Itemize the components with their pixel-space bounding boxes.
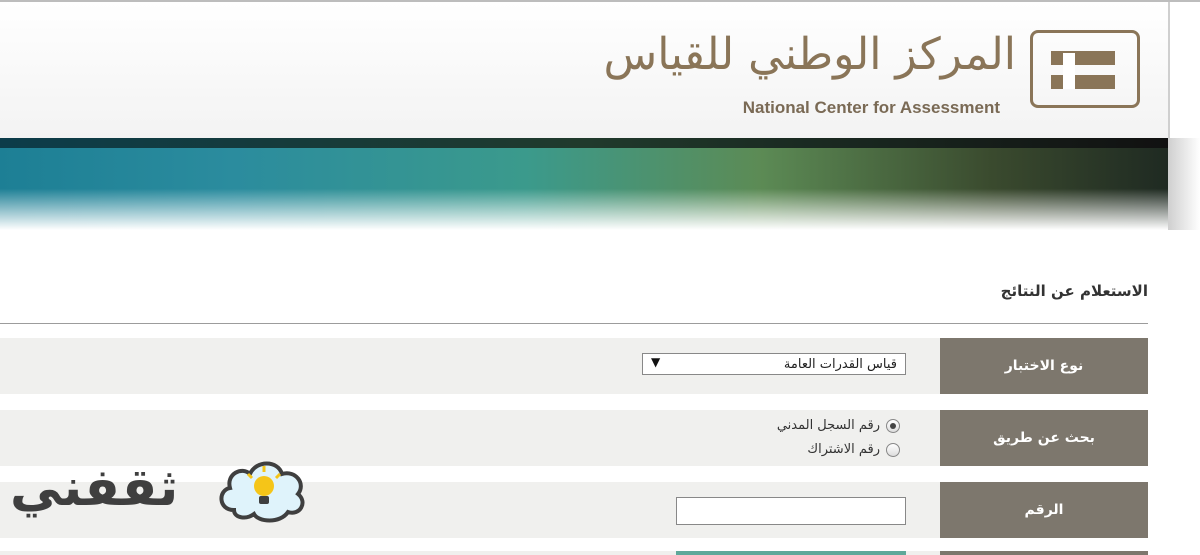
qiyas-emblem-icon: [1030, 30, 1140, 108]
logo-english-name: National Center for Assessment: [742, 98, 1000, 117]
page-title: الاستعلام عن النتائج: [1000, 282, 1148, 300]
search-by-label: بحث عن طريق: [940, 410, 1148, 466]
next-row-label: [940, 551, 1148, 555]
dropdown-arrow-icon: ▼: [651, 355, 661, 369]
radio-subscription-label: رقم الاشتراك: [807, 442, 880, 457]
next-row-partial: [0, 551, 1148, 555]
radio-civil-id[interactable]: رقم السجل المدني: [777, 418, 900, 433]
nca-logo[interactable]: المركز الوطني للقياس National Center for…: [604, 26, 1140, 126]
title-divider: [0, 323, 1148, 324]
logo-arabic-name: المركز الوطني للقياس: [603, 29, 1017, 80]
radio-subscription-number[interactable]: رقم الاشتراك: [807, 442, 900, 457]
number-label: الرقم: [940, 482, 1148, 538]
lightbulb-icon: [219, 461, 305, 523]
watermark-text: ثقفني: [10, 458, 179, 518]
scrollbar-edge: [1168, 138, 1200, 230]
submit-button-partial[interactable]: [676, 551, 906, 555]
number-input[interactable]: [676, 497, 906, 525]
watermark: ثقفني: [10, 448, 310, 534]
test-type-label: نوع الاختبار: [940, 338, 1148, 394]
radio-unchecked-icon[interactable]: [886, 442, 900, 457]
header-banner: [0, 138, 1168, 230]
test-type-row: نوع الاختبار قياس القدرات العامة ▼: [0, 338, 1148, 394]
banner-top-strip: [0, 138, 1168, 148]
radio-civil-id-label: رقم السجل المدني: [776, 418, 880, 433]
radio-checked-icon[interactable]: [886, 418, 900, 433]
test-type-selected-value: قياس القدرات العامة: [783, 356, 897, 372]
site-header: المركز الوطني للقياس National Center for…: [0, 2, 1170, 138]
test-type-select[interactable]: قياس القدرات العامة ▼: [642, 353, 906, 375]
